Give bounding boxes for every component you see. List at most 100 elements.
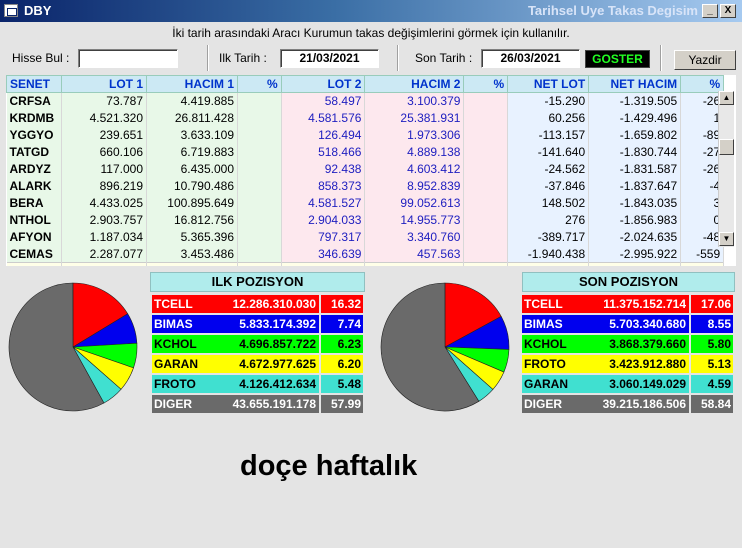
- scroll-down-arrow-icon[interactable]: ▼: [719, 232, 734, 246]
- position-value: 39.215.186.506: [602, 397, 686, 411]
- grid-row[interactable]: NTHOL 2.903.757 16.812.756 2.904.033 14.955.…: [6, 211, 725, 229]
- grid-cell: 2.903.757: [61, 211, 147, 229]
- grid-cell: -24.562: [507, 160, 590, 178]
- ilk-pozisyon-pie-chart: [8, 282, 138, 412]
- grid-header-cell[interactable]: NET LOT: [507, 75, 590, 93]
- grid-cell: 25.381.931: [364, 109, 465, 127]
- son-tarih-input[interactable]: 26/03/2021: [481, 49, 580, 68]
- grid-row[interactable]: AFYON 1.187.034 5.365.396 797.317 3.340.760 -…: [6, 228, 725, 246]
- position-percent: 5.13: [691, 355, 733, 373]
- title-bar[interactable]: DBY Tarihsel Uye Takas Degisim _ X: [0, 0, 742, 22]
- grid-cell: 4.521.320: [61, 109, 147, 127]
- position-value: 12.286.310.030: [232, 297, 316, 311]
- grid-cell: 73.787: [61, 92, 147, 110]
- position-percent: 6.23: [321, 335, 363, 353]
- grid-cell-senet: YGGYO: [6, 126, 62, 144]
- grid-total-cell: 5.419.695.045: [281, 262, 366, 266]
- grid-cell-senet: CEMAS: [6, 245, 62, 263]
- grid-cell: [463, 211, 509, 229]
- scroll-thumb[interactable]: [719, 139, 734, 155]
- position-value: 43.655.191.178: [232, 397, 316, 411]
- grid-cell: 92.438: [281, 160, 366, 178]
- position-row: GARAN 3.060.149.029 4.59: [522, 375, 734, 393]
- grid-cell: [237, 160, 282, 178]
- position-percent: 6.20: [321, 355, 363, 373]
- position-row: DIGER 43.655.191.178 57.99: [152, 395, 364, 413]
- ilk-tarih-input[interactable]: 21/03/2021: [280, 49, 379, 68]
- position-value: 5.703.340.680: [609, 317, 686, 331]
- grid-cell: [237, 177, 282, 195]
- grid-cell: 239.651: [61, 126, 147, 144]
- position-row: BIMAS 5.833.174.392 7.74: [152, 315, 364, 333]
- grid-cell: [463, 160, 509, 178]
- grid-cell: 126.494: [281, 126, 366, 144]
- grid-cell: [463, 228, 509, 246]
- grid-cell: -1.843.035: [588, 194, 682, 212]
- grid-row[interactable]: KRDMB 4.521.320 26.811.428 4.581.576 25.381.…: [6, 109, 725, 127]
- grid-header-cell[interactable]: HACIM 1: [146, 75, 238, 93]
- position-percent: 16.32: [321, 295, 363, 313]
- grid-cell: [237, 245, 282, 263]
- hisse-bul-input[interactable]: [78, 49, 178, 68]
- grid-header-cell[interactable]: LOT 1: [61, 75, 147, 93]
- grid-total-cell: [507, 262, 590, 266]
- grid-cell: 99.052.613: [364, 194, 465, 212]
- close-button[interactable]: X: [720, 4, 736, 18]
- grid-row[interactable]: BERA 4.433.025 100.895.649 4.581.527 99.052.…: [6, 194, 725, 212]
- grid-cell: 3.340.760: [364, 228, 465, 246]
- position-value: 5.833.174.392: [239, 317, 316, 331]
- grid-total-cell: 5.696.391.877: [61, 262, 147, 266]
- position-percent: 5.48: [321, 375, 363, 393]
- grid-cell: -389.717: [507, 228, 590, 246]
- grid-header-row: SENET LOT 1 HACIM 1% LOT 2 HACIM 2% NET LOT NE…: [6, 75, 725, 93]
- grid-row[interactable]: ARDYZ 117.000 6.435.000 92.438 4.603.412 -24.…: [6, 160, 725, 178]
- grid-total-cell: 75.270.923.583: [146, 262, 238, 266]
- grid-row[interactable]: TATGD 660.106 6.719.883 518.466 4.889.138 -14…: [6, 143, 725, 161]
- grid-header-cell[interactable]: NET HACIM: [588, 75, 682, 93]
- grid-header-cell[interactable]: %: [463, 75, 509, 93]
- grid-cell: 797.317: [281, 228, 366, 246]
- grid-cell: -113.157: [507, 126, 590, 144]
- grid-cell: [463, 92, 509, 110]
- grid-cell-senet: ARDYZ: [6, 160, 62, 178]
- minimize-button[interactable]: _: [702, 4, 718, 18]
- grid-cell: 4.581.576: [281, 109, 366, 127]
- window-app-icon[interactable]: [4, 4, 18, 17]
- grid-header-cell[interactable]: %: [237, 75, 282, 93]
- grid-header-cell[interactable]: SENET: [6, 75, 62, 93]
- grid-cell: -1.856.983: [588, 211, 682, 229]
- position-row: GARAN 4.672.977.625 6.20: [152, 355, 364, 373]
- grid-cell: 58.497: [281, 92, 366, 110]
- grid-row[interactable]: ALARK 896.219 10.790.486 858.373 8.952.839 -3…: [6, 177, 725, 195]
- grid-row[interactable]: YGGYO 239.651 3.633.109 126.494 1.973.306 -11…: [6, 126, 725, 144]
- grid-cell: [463, 143, 509, 161]
- position-value: 4.672.977.625: [239, 357, 316, 371]
- grid-cell: -1.429.496: [588, 109, 682, 127]
- grid-header-cell[interactable]: HACIM 2: [364, 75, 465, 93]
- grid-row[interactable]: CRFSA 73.787 4.419.885 58.497 3.100.379 -15.2…: [6, 92, 725, 110]
- goster-button[interactable]: GOSTER: [585, 50, 650, 68]
- grid-row[interactable]: CEMAS 2.287.077 3.453.486 346.639 457.563 -1.…: [6, 245, 725, 263]
- grid-vertical-scrollbar[interactable]: ▲ ▼: [718, 91, 734, 247]
- scroll-up-arrow-icon[interactable]: ▲: [719, 91, 734, 105]
- position-row: TCELL 12.286.310.030 16.32: [152, 295, 364, 313]
- grid-header-cell[interactable]: LOT 2: [280, 75, 366, 93]
- window-title: DBY: [24, 3, 52, 18]
- grid-cell: -141.640: [507, 143, 590, 161]
- grid-total-cell: 100,00: [463, 262, 509, 266]
- grid-cell: -37.846: [507, 177, 590, 195]
- position-percent: 17.06: [691, 295, 733, 313]
- takas-grid[interactable]: SENET LOT 1 HACIM 1% LOT 2 HACIM 2% NET LOT NE…: [6, 75, 736, 266]
- grid-cell: 10.790.486: [146, 177, 238, 195]
- grid-cell: -1.659.802: [588, 126, 682, 144]
- grid-cell: [463, 126, 509, 144]
- separator: [207, 45, 209, 71]
- position-row: KCHOL 4.696.857.722 6.23: [152, 335, 364, 353]
- grid-header-cell[interactable]: %: [680, 75, 725, 93]
- grid-cell: 896.219: [61, 177, 147, 195]
- grid-total-cell: 100,00: [237, 262, 282, 266]
- yazdir-button[interactable]: Yazdir: [674, 50, 736, 70]
- position-percent: 7.74: [321, 315, 363, 333]
- grid-cell: [463, 194, 509, 212]
- grid-cell: 3.453.486: [146, 245, 238, 263]
